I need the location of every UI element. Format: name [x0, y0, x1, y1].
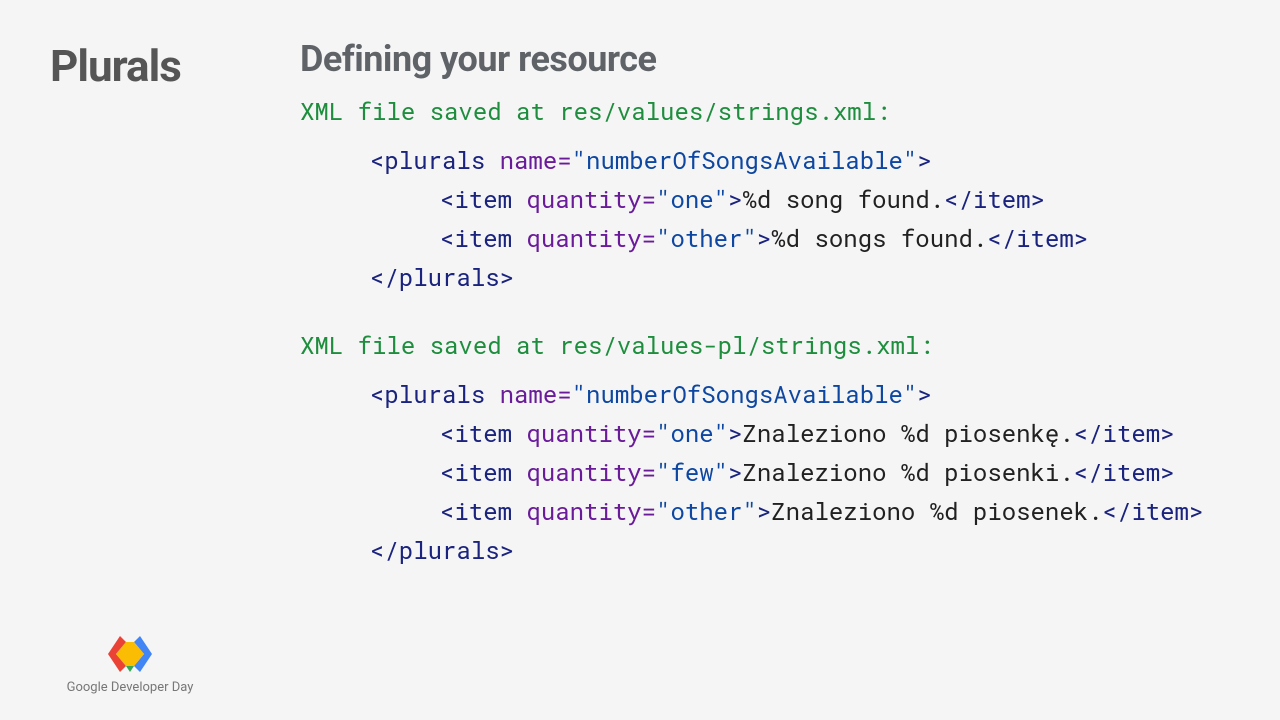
f2-t1: Znaleziono %d piosenki.: [742, 456, 1073, 488]
section-title: Plurals: [50, 40, 260, 92]
f1-q0: one: [670, 183, 713, 215]
developer-day-icon: [102, 634, 158, 674]
f2-q2: other: [670, 495, 742, 527]
f1-q1: other: [670, 222, 742, 254]
footer-brand-text: Google Developer Day: [50, 680, 210, 695]
f2-t0: Znaleziono %d piosenkę.: [742, 417, 1073, 449]
f2-q0: one: [670, 417, 713, 449]
plurals-name-1: numberOfSongsAvailable: [586, 144, 903, 176]
f1-t0: %d song found.: [742, 183, 944, 215]
code-block-1: <plurals name="numberOfSongsAvailable"> …: [300, 141, 1250, 297]
file1-path: XML file saved at res/values/strings.xml…: [300, 92, 1250, 131]
footer-logo: Google Developer Day: [50, 634, 210, 695]
plurals-name-2: numberOfSongsAvailable: [586, 378, 903, 410]
file2-path: XML file saved at res/values-pl/strings.…: [300, 326, 1250, 365]
content-column: Defining your resource XML file saved at…: [300, 38, 1250, 600]
left-column: Plurals: [50, 40, 260, 92]
f2-q1: few: [670, 456, 713, 488]
slide: Plurals Defining your resource XML file …: [0, 0, 1280, 720]
code-block-2: <plurals name="numberOfSongsAvailable"> …: [300, 375, 1250, 569]
f2-t2: Znaleziono %d piosenek.: [771, 495, 1102, 527]
f1-t1: %d songs found.: [771, 222, 987, 254]
content-heading: Defining your resource: [300, 38, 1250, 80]
